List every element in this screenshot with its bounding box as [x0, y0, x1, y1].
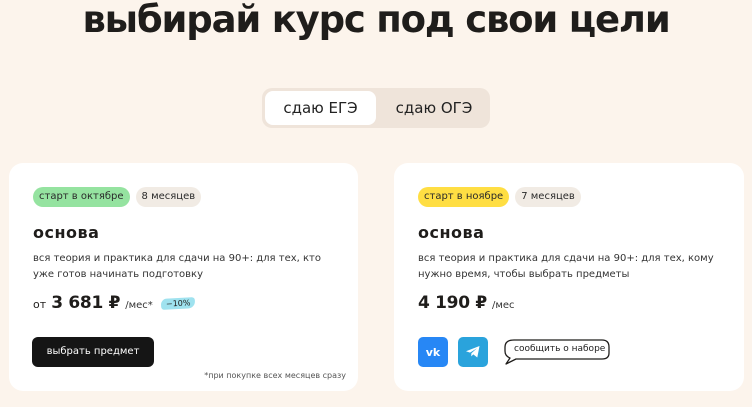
discount-badge: −10% [160, 297, 196, 310]
course-card-october: старт в октябре 8 месяцев основа вся теор… [9, 163, 358, 391]
tab-oge[interactable]: сдаю ОГЭ [382, 91, 486, 125]
price-prefix: от [33, 298, 47, 311]
card-description: вся теория и практика для сдачи на 90+: … [33, 253, 321, 280]
card-badges: старт в ноябре 7 месяцев [418, 187, 587, 209]
notify-label: сообщить о наборе [514, 344, 606, 354]
price-unit: /мес* [125, 300, 153, 311]
price: от 3 681 ₽ /мес* −10% [33, 293, 196, 313]
vk-button[interactable]: vk [418, 337, 448, 367]
duration-badge: 7 месяцев [515, 187, 581, 207]
card-title: основа [418, 223, 485, 242]
card-badges: старт в октябре 8 месяцев [33, 187, 207, 209]
price-value: 4 190 ₽ [418, 293, 487, 313]
tab-ege[interactable]: сдаю ЕГЭ [265, 91, 376, 125]
price-value: 3 681 ₽ [51, 293, 121, 313]
price: 4 190 ₽ /мес [418, 293, 515, 313]
start-badge: старт в октябре [33, 187, 130, 207]
notify-enrollment-button[interactable]: сообщить о наборе [502, 337, 612, 365]
card-title: основа [33, 223, 100, 242]
duration-badge: 8 месяцев [135, 187, 202, 207]
card-description: вся теория и практика для сдачи на 90+: … [418, 253, 714, 280]
vk-icon: vk [426, 346, 441, 358]
exam-switch: сдаю ЕГЭ сдаю ОГЭ [262, 88, 490, 128]
telegram-icon [466, 346, 480, 358]
telegram-button[interactable] [458, 337, 488, 367]
vk-icon-text: vk [426, 346, 441, 358]
course-card-november: старт в ноябре 7 месяцев основа вся теори… [394, 163, 744, 391]
price-unit: /мес [491, 300, 515, 311]
choose-subject-button[interactable]: выбрать предмет [32, 337, 154, 367]
price-footnote: *при покупке всех месяцев сразу [204, 371, 346, 380]
page-title: выбирай курс под свои цели [82, 0, 670, 41]
start-badge: старт в ноябре [418, 187, 510, 207]
